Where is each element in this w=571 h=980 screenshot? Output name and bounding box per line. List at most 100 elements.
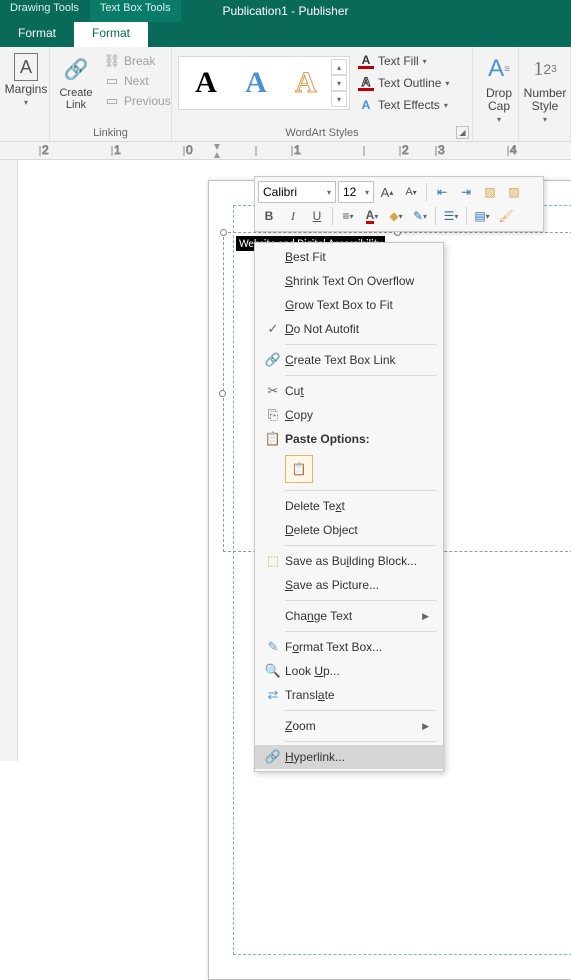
svg-text:1: 1 [114, 143, 121, 157]
wordart-style-2[interactable]: A [231, 59, 281, 107]
mini-toolbar: Calibri▾ 12▾ A▴ A▾ ⇤ ⇥ ▧ ▨ B I U ≡▾ A▾ ◆… [254, 176, 544, 232]
bold-button[interactable]: B [258, 205, 280, 227]
align-button[interactable]: ≡▾ [337, 205, 359, 227]
ctx-save-as-picture[interactable]: Save as Picture...Save as Picture... [255, 573, 443, 597]
send-backward-button[interactable]: ▨ [503, 181, 525, 203]
ctx-paste-options-header: 📋Paste Options: [255, 427, 443, 451]
tool-tab-textbox: Text Box Tools [90, 0, 182, 22]
create-link-button[interactable]: 🔗 Create Link [56, 51, 96, 113]
resize-handle-w[interactable] [219, 390, 226, 397]
ctx-grow-box[interactable]: Grow Text Box to FitGrow Text Box to Fit [255, 293, 443, 317]
increase-indent-button[interactable]: ⇥ [455, 181, 477, 203]
ctx-no-autofit[interactable]: ✓Do Not AutofitDo Not Autofit [255, 317, 443, 341]
drop-cap-button[interactable]: A≡ Drop Cap▾ [479, 51, 519, 128]
ctx-shrink-overflow[interactable]: Shrink Text On OverflowShrink Text On Ov… [255, 269, 443, 293]
bullets-button[interactable]: ☰▾ [440, 205, 462, 227]
decrease-indent-button[interactable]: ⇤ [431, 181, 453, 203]
clipboard-icon: 📋 [292, 462, 307, 476]
svg-text:1: 1 [294, 143, 301, 157]
grow-font-button[interactable]: A▴ [376, 181, 398, 203]
number-style-button[interactable]: 123 Number Style▾ [525, 51, 565, 128]
ctx-zoom[interactable]: ZoomZoom▶ [255, 714, 443, 738]
svg-text:3: 3 [438, 143, 445, 157]
wordart-down-icon[interactable]: ▾ [331, 75, 347, 91]
ctx-change-text[interactable]: Change TextChange Text▶ [255, 604, 443, 628]
next-icon: ▭ [104, 73, 120, 89]
font-size-combo[interactable]: 12▾ [338, 181, 374, 203]
paste-option-keep-source[interactable]: 📋 [285, 455, 313, 483]
ctx-hyperlink[interactable]: 🔗Hyperlink...Hyperlink... [255, 745, 443, 769]
margins-label: Margins [5, 82, 48, 96]
lookup-icon: 🔍 [261, 663, 285, 679]
window-title: Publication1 - Publisher [222, 4, 348, 18]
shape-outline-button[interactable]: ✎▾ [409, 205, 431, 227]
svg-text:4: 4 [510, 143, 517, 157]
ribbon: A Margins▾ 🔗 Create Link ⛓Break ▭Next ▭P… [0, 47, 571, 142]
grow-font-icon: A [381, 185, 390, 200]
ctx-best-fit[interactable]: BBest Fitest Fit [255, 245, 443, 269]
ctx-format-text-box[interactable]: ✎Format Text Box...Format Text Box... [255, 635, 443, 659]
text-outline-button[interactable]: AText Outline▾ [354, 73, 453, 93]
translate-icon: ⇄ [261, 687, 285, 703]
ctx-look-up[interactable]: 🔍Look Up...Look Up... [255, 659, 443, 683]
copy-icon: ⎘ [261, 407, 285, 423]
text-fill-button[interactable]: AText Fill▾ [354, 51, 453, 71]
tab-format-textbox[interactable]: Format [74, 22, 148, 47]
linking-group-label: Linking [56, 125, 165, 139]
cut-icon: ✂ [261, 383, 285, 399]
bring-forward-button[interactable]: ▧ [479, 181, 501, 203]
svg-text:0: 0 [186, 143, 193, 157]
outline-icon: ✎ [413, 209, 423, 223]
ribbon-tab-row: Format Format [0, 22, 571, 47]
link-icon: 🔗 [60, 53, 92, 85]
number-style-icon: 123 [529, 53, 561, 85]
previous-icon: ▭ [104, 93, 120, 109]
font-color-button[interactable]: A▾ [361, 205, 383, 227]
vertical-ruler[interactable] [0, 160, 18, 761]
fill-icon: ◆ [389, 209, 398, 223]
margins-button[interactable]: A Margins▾ [6, 51, 46, 111]
ctx-delete-object[interactable]: Delete ObjectDelete Object [255, 518, 443, 542]
resize-handle-nw[interactable] [220, 229, 227, 236]
drop-cap-icon: A≡ [483, 53, 515, 85]
shape-fill-button[interactable]: ◆▾ [385, 205, 407, 227]
underline-button[interactable]: U [306, 205, 328, 227]
wordart-gallery[interactable]: A A A ▴ ▾ ▾ [178, 56, 350, 110]
wordart-up-icon[interactable]: ▴ [331, 59, 347, 75]
break-icon: ⛓ [104, 53, 120, 69]
text-outline-icon: A [358, 75, 374, 91]
ctx-delete-text[interactable]: Delete TextDelete Text [255, 494, 443, 518]
drop-cap-label: Drop Cap [486, 86, 512, 113]
text-effects-button[interactable]: AText Effects▾ [354, 95, 453, 115]
hyperlink-icon: 🔗 [261, 749, 285, 765]
previous-link-button: ▭Previous [100, 91, 175, 111]
next-link-button: ▭Next [100, 71, 175, 91]
tool-tab-drawing: Drawing Tools [0, 0, 90, 22]
text-effects-icon: A [358, 97, 374, 113]
wordart-more-icon[interactable]: ▾ [331, 91, 347, 107]
chevron-right-icon: ▶ [422, 611, 429, 622]
ctx-copy[interactable]: ⎘CopyCopy [255, 403, 443, 427]
margins-icon: A [14, 53, 38, 81]
tab-format-drawing[interactable]: Format [0, 22, 74, 47]
horizontal-ruler[interactable]: 2 1 0 1 2 3 4 [0, 142, 571, 160]
wordart-dialog-launcher[interactable]: ◢ [456, 126, 469, 139]
font-combo[interactable]: Calibri▾ [258, 181, 336, 203]
wordart-gallery-spinner[interactable]: ▴ ▾ ▾ [331, 59, 347, 107]
styles-button[interactable]: ▤▾ [471, 205, 493, 227]
ctx-cut[interactable]: ✂CutCut [255, 379, 443, 403]
italic-button[interactable]: I [282, 205, 304, 227]
wordart-style-3[interactable]: A [281, 59, 331, 107]
link-icon: 🔗 [261, 352, 285, 368]
check-icon: ✓ [261, 321, 285, 337]
text-fill-icon: A [358, 53, 374, 69]
svg-text:2: 2 [402, 143, 409, 157]
ctx-create-link[interactable]: 🔗Create Text Box LinkCreate Text Box Lin… [255, 348, 443, 372]
format-painter-button[interactable]: 🖌 [495, 205, 517, 227]
shrink-font-button[interactable]: A▾ [400, 181, 422, 203]
ctx-save-building-block[interactable]: ⬚Save as Building Block...Save as Buildi… [255, 549, 443, 573]
ctx-translate[interactable]: ⇄TranslateTranslate [255, 683, 443, 707]
wordart-style-1[interactable]: A [181, 59, 231, 107]
context-menu: BBest Fitest Fit Shrink Text On Overflow… [254, 242, 444, 772]
shrink-font-icon: A [405, 186, 412, 198]
